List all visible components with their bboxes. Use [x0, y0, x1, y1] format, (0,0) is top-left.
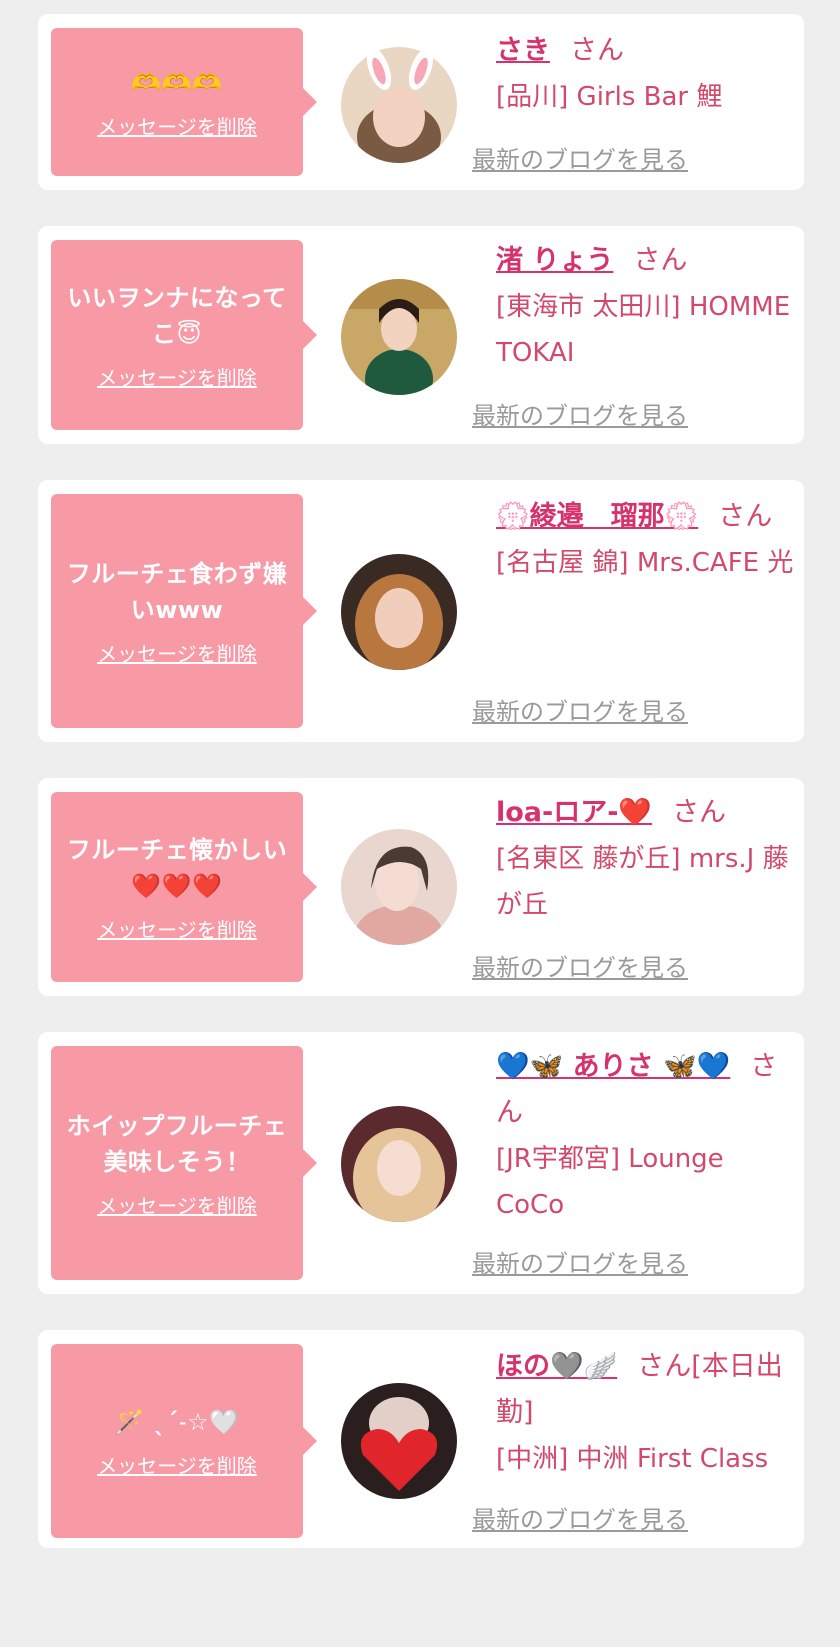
avatar-photo-icon [341, 1383, 457, 1499]
message-card: フルーチェ食わず嫌いwww メッセージを削除 💮綾邉 瑠那💮 さん [名古屋 錦]… [38, 480, 804, 742]
delete-message-link[interactable]: メッセージを削除 [97, 362, 257, 391]
avatar[interactable] [341, 829, 457, 945]
message-bubble: 🪄 ˎˊ˗☆🤍 メッセージを削除 [51, 1344, 317, 1538]
message-card: 🪄 ˎˊ˗☆🤍 メッセージを削除 ほの🩶🪽 さん[本日出勤] [中洲] 中洲 Fi… [38, 1330, 804, 1548]
honorific: さん [633, 245, 688, 276]
message-card: フルーチェ懐かしい❤️❤️❤️ メッセージを削除 loa-ロア-❤️ さん [名東… [38, 778, 804, 996]
message-bubble: フルーチェ懐かしい❤️❤️❤️ メッセージを削除 [51, 792, 317, 982]
sender-name-link[interactable]: 💙🦋 ありさ 🦋💙 [496, 1051, 730, 1082]
shop-name: [中洲] 中洲 First Class [496, 1444, 769, 1474]
avatar-photo-icon [341, 829, 457, 945]
sender-info: さき さん [品川] Girls Bar 鯉 [496, 28, 796, 120]
delete-message-link[interactable]: メッセージを削除 [97, 1190, 257, 1219]
avatar[interactable] [341, 554, 457, 670]
sender-name-line: loa-ロア-❤️ さん [496, 790, 796, 836]
sender-info: loa-ロア-❤️ さん [名東区 藤が丘] mrs.J 藤が丘 [496, 790, 796, 928]
shop-name: [東海市 太田川] HOMME TOKAI [496, 292, 791, 368]
message-text: フルーチェ懐かしい❤️❤️❤️ [66, 835, 288, 900]
message-text: いいヲンナになってこ😇 [67, 283, 287, 348]
shop-name: [名古屋 錦] Mrs.CAFE 光 [496, 548, 794, 578]
sender-name-link[interactable]: 💮綾邉 瑠那💮 [496, 501, 698, 532]
message-bubble: ホイップフルーチェ美味しそう！ メッセージを削除 [51, 1046, 317, 1280]
shop-name: [名東区 藤が丘] mrs.J 藤が丘 [496, 844, 789, 920]
sender-name-link[interactable]: さき [496, 35, 550, 66]
message-card: いいヲンナになってこ😇 メッセージを削除 渚 りょう さん [東海市 太田川] H… [38, 226, 804, 444]
message-text: ホイップフルーチェ美味しそう！ [66, 1111, 288, 1176]
honorific: さん [570, 35, 624, 66]
sender-name-line: さき さん [496, 28, 796, 74]
avatar[interactable] [341, 1106, 457, 1222]
avatar-photo-icon [341, 279, 457, 395]
avatar-photo-icon [341, 554, 457, 670]
sender-name-line: 💮綾邉 瑠那💮 さん [496, 494, 796, 540]
honorific: さん [637, 1351, 692, 1382]
message-bubble: 🫶🫶🫶 メッセージを削除 [51, 28, 317, 176]
sender-info: ほの🩶🪽 さん[本日出勤] [中洲] 中洲 First Class [496, 1344, 796, 1482]
sender-name-link[interactable]: ほの🩶🪽 [496, 1351, 617, 1382]
sender-name-line: 💙🦋 ありさ 🦋💙 さん [496, 1044, 796, 1136]
avatar-photo-icon [341, 1106, 457, 1222]
latest-blog-link[interactable]: 最新のブログを見る [472, 1244, 688, 1279]
message-text: 🫶🫶🫶 [131, 68, 223, 97]
latest-blog-link[interactable]: 最新のブログを見る [472, 396, 688, 431]
sender-name-link[interactable]: 渚 りょう [496, 245, 613, 276]
delete-message-link[interactable]: メッセージを削除 [97, 914, 257, 943]
shop-name: [品川] Girls Bar 鯉 [496, 82, 723, 112]
honorific: さん [672, 797, 727, 828]
shop-name: [JR宇都宮] Lounge CoCo [496, 1144, 724, 1220]
sender-info: 渚 りょう さん [東海市 太田川] HOMME TOKAI [496, 238, 796, 376]
latest-blog-link[interactable]: 最新のブログを見る [472, 1500, 688, 1535]
latest-blog-link[interactable]: 最新のブログを見る [472, 140, 688, 175]
message-text: フルーチェ食わず嫌いwww [66, 559, 288, 624]
sender-info: 💙🦋 ありさ 🦋💙 さん [JR宇都宮] Lounge CoCo [496, 1044, 796, 1228]
latest-blog-link[interactable]: 最新のブログを見る [472, 692, 688, 727]
sender-name-line: 渚 りょう さん [496, 238, 796, 284]
avatar[interactable] [341, 279, 457, 395]
message-card: ホイップフルーチェ美味しそう！ メッセージを削除 💙🦋 ありさ 🦋💙 さん [JR… [38, 1032, 804, 1294]
honorific: さん [718, 501, 773, 532]
sender-name-link[interactable]: loa-ロア-❤️ [496, 797, 652, 828]
sender-info: 💮綾邉 瑠那💮 さん [名古屋 錦] Mrs.CAFE 光 [496, 494, 796, 586]
delete-message-link[interactable]: メッセージを削除 [97, 638, 257, 667]
message-bubble: いいヲンナになってこ😇 メッセージを削除 [51, 240, 317, 430]
avatar[interactable] [341, 47, 457, 163]
message-text: 🪄 ˎˊ˗☆🤍 [114, 1407, 240, 1436]
avatar[interactable] [341, 1383, 457, 1499]
message-bubble: フルーチェ食わず嫌いwww メッセージを削除 [51, 494, 317, 728]
avatar-photo-icon [341, 47, 457, 163]
delete-message-link[interactable]: メッセージを削除 [97, 111, 257, 140]
sender-name-line: ほの🩶🪽 さん[本日出勤] [496, 1344, 796, 1436]
delete-message-link[interactable]: メッセージを削除 [97, 1450, 257, 1479]
message-card: 🫶🫶🫶 メッセージを削除 さき さん [品川] Girls Bar 鯉 最新のブロ… [38, 14, 804, 190]
latest-blog-link[interactable]: 最新のブログを見る [472, 948, 688, 983]
